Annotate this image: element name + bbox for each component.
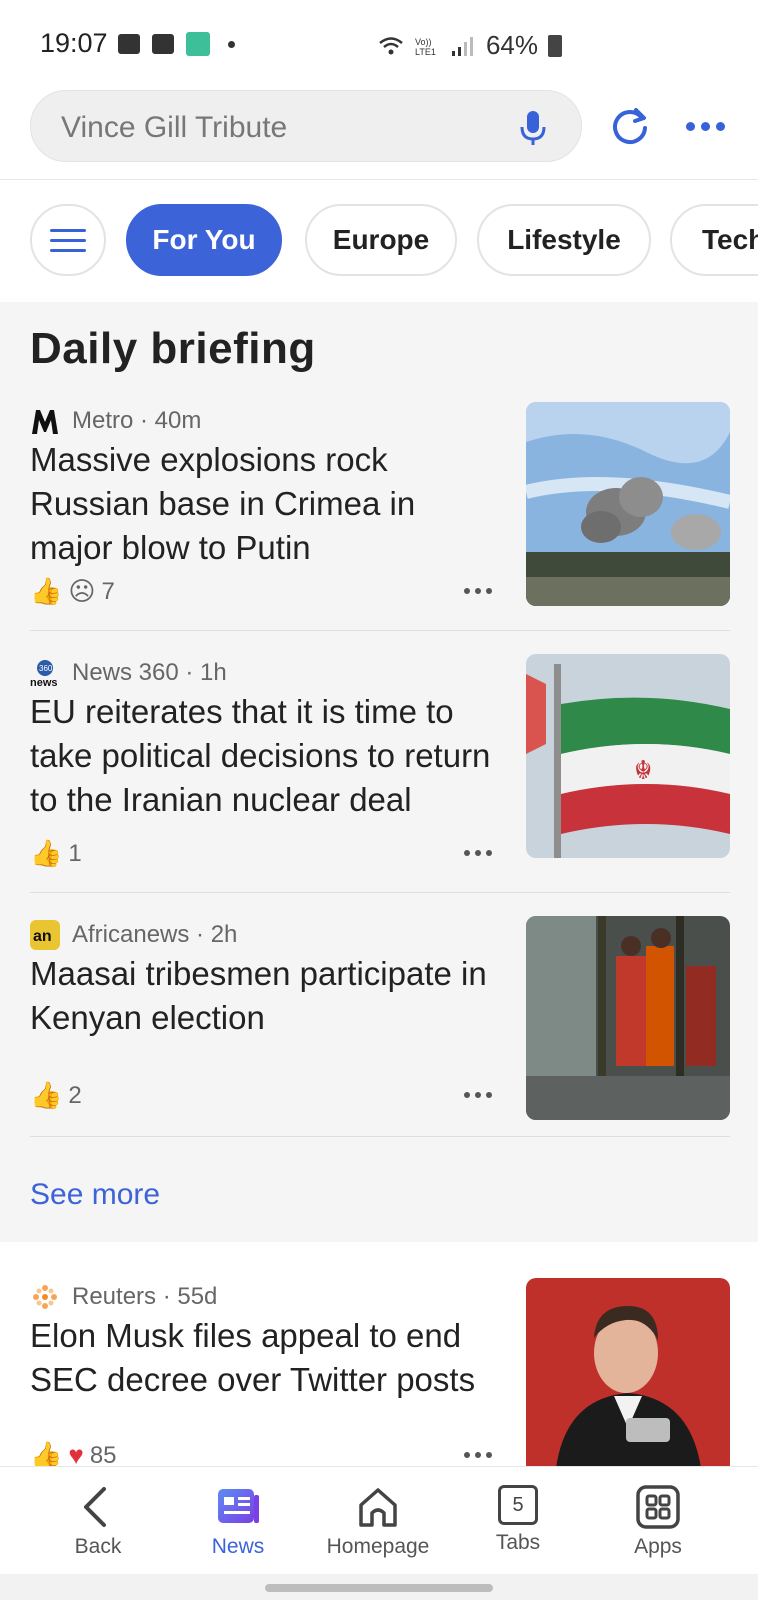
nav-label: Homepage [326, 1535, 430, 1558]
article-card[interactable]: Reuters · 55d Elon Musk files appeal to … [30, 1278, 730, 1470]
bottom-navigation: Back News Homepage 5 Tabs Apps [0, 1466, 758, 1574]
divider [30, 1136, 730, 1137]
status-time: 19:07 [40, 28, 108, 58]
news360-logo-icon: 360 news [30, 660, 58, 688]
svg-text:an: an [33, 928, 52, 945]
divider [30, 892, 730, 893]
see-more-link[interactable]: See more [30, 1178, 160, 1212]
lower-article-section: Reuters · 55d Elon Musk files appeal to … [0, 1242, 758, 1470]
svg-text:360: 360 [39, 664, 53, 673]
nav-tabs[interactable]: 5 Tabs [458, 1485, 578, 1555]
svg-text:☬: ☬ [634, 756, 652, 786]
wifi-icon [379, 36, 403, 54]
reaction-count: 2 [68, 1081, 82, 1109]
article-card[interactable]: an Africanews · 2h Maasai tribesmen part… [30, 916, 730, 1126]
svg-text:news: news [30, 677, 58, 688]
article-more-icon[interactable] [464, 1452, 492, 1458]
home-icon[interactable] [356, 1485, 400, 1529]
thumbs-up-icon: 👍 [30, 1080, 63, 1110]
article-more-icon[interactable] [464, 588, 492, 594]
card-icon [152, 34, 174, 54]
svg-text:LTE1: LTE1 [415, 47, 436, 57]
smoke-cloud-photo[interactable] [526, 402, 730, 606]
nav-label: News [211, 1535, 265, 1558]
article-more-icon[interactable] [464, 1092, 492, 1098]
reactions[interactable]: 👍 1 [30, 838, 82, 869]
nav-homepage[interactable]: Homepage [318, 1485, 438, 1559]
article-card[interactable]: Metro · 40m Massive explosions rock Russ… [30, 402, 730, 612]
microphone-icon[interactable] [519, 109, 547, 147]
battery-icon [548, 34, 562, 57]
status-bar: 19:07 Vo)) LTE1 64% [0, 0, 758, 88]
article-more-icon[interactable] [464, 850, 492, 856]
tabs-icon[interactable]: 5 [498, 1485, 538, 1525]
article-card[interactable]: 360 news News 360 · 1h EU reiterates that… [30, 654, 730, 868]
search-input[interactable]: Vince Gill Tribute [61, 111, 287, 145]
svg-text:Vo)): Vo)) [415, 37, 432, 47]
africanews-logo-icon: an [30, 920, 60, 950]
search-box[interactable]: Vince Gill Tribute [30, 90, 582, 162]
article-source: an Africanews · 2h [30, 920, 237, 950]
nav-label: Apps [634, 1535, 682, 1558]
home-indicator[interactable] [265, 1584, 493, 1592]
divider [30, 630, 730, 631]
app-icon [186, 32, 210, 56]
nav-news[interactable]: News [178, 1485, 298, 1559]
nav-apps[interactable]: Apps [598, 1485, 718, 1559]
maasai-voters-photo[interactable] [526, 916, 730, 1120]
system-icons: Vo)) LTE1 64% [378, 30, 562, 61]
more-options-icon[interactable] [686, 122, 725, 131]
section-title: Daily briefing [30, 324, 316, 373]
sad-face-icon: ☹ [68, 576, 96, 606]
source-line: Metro · 40m [72, 407, 202, 434]
tab-europe[interactable]: Europe [305, 204, 457, 276]
source-line: Africanews · 2h [72, 921, 238, 948]
source-line: Reuters · 55d [72, 1283, 218, 1310]
reaction-count: 1 [68, 839, 82, 867]
article-title[interactable]: Massive explosions rock Russian base in … [30, 438, 500, 570]
thumbs-up-icon: 👍 [30, 576, 63, 606]
news-icon[interactable] [216, 1485, 260, 1529]
nav-label: Tabs [495, 1531, 541, 1554]
reuters-logo-icon [33, 1285, 57, 1309]
reactions[interactable]: 👍 2 [30, 1080, 82, 1111]
iran-flag-photo[interactable]: ☬ [526, 654, 730, 858]
tab-tech[interactable]: Tech [670, 204, 758, 276]
image-icon [118, 34, 140, 54]
more-notifications-dot [228, 40, 235, 48]
apps-icon[interactable] [636, 1485, 680, 1529]
menu-icon[interactable] [30, 204, 106, 276]
source-line: News 360 · 1h [72, 659, 227, 686]
signal-icon [451, 36, 473, 56]
notification-icons [118, 32, 235, 56]
reactions[interactable]: 👍 ☹ 7 [30, 576, 115, 607]
back-icon[interactable] [76, 1485, 120, 1529]
tab-for-you[interactable]: For You [126, 204, 282, 276]
reaction-count: 7 [101, 577, 115, 605]
battery-percent: 64% [485, 30, 538, 60]
article-title[interactable]: Elon Musk files appeal to end SEC decree… [30, 1314, 500, 1402]
article-title[interactable]: Maasai tribesmen participate in Kenyan e… [30, 952, 500, 1040]
article-title[interactable]: EU reiterates that it is time to take po… [30, 690, 500, 822]
article-source: Metro · 40m [30, 406, 201, 436]
nav-label: Back [74, 1535, 122, 1558]
nav-back[interactable]: Back [38, 1485, 158, 1559]
article-source: 360 news News 360 · 1h [30, 658, 227, 688]
category-tabs: For You Europe Lifestyle Tech [0, 180, 758, 302]
thumbs-up-icon: 👍 [30, 838, 63, 868]
tab-lifestyle[interactable]: Lifestyle [477, 204, 651, 276]
metro-logo-icon [32, 410, 58, 434]
news-feed: Daily briefing Metro · 40m Massive explo… [0, 302, 758, 1242]
tabs-count: 5 [512, 1493, 524, 1516]
refresh-icon[interactable] [610, 106, 650, 146]
volte-icon: Vo))LTE1 [415, 37, 436, 57]
article-source: Reuters · 55d [30, 1282, 217, 1312]
elon-musk-photo[interactable] [526, 1278, 730, 1468]
top-bar: Vince Gill Tribute [0, 88, 758, 180]
